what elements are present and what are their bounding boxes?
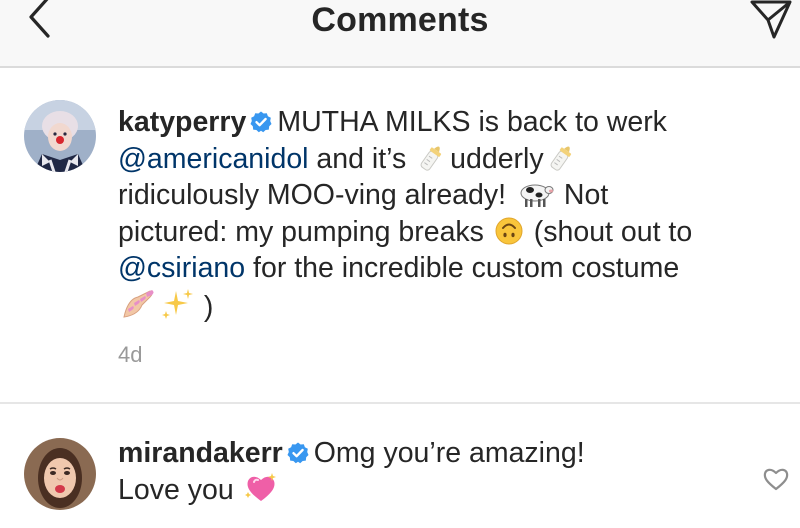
comment-text-line: pictured: my pumping breaks — [118, 215, 492, 248]
comment-text-line: for the incredible custom costume — [245, 252, 680, 285]
comment-username[interactable]: katyperry — [118, 106, 246, 138]
heart-outline-icon[interactable] — [762, 466, 790, 492]
mention-link[interactable]: @csiriano — [118, 252, 245, 284]
verified-badge-icon — [250, 111, 272, 133]
comment-username[interactable]: mirandakerr — [118, 437, 283, 469]
verified-badge-icon — [287, 442, 309, 464]
nail-polish-icon — [123, 289, 154, 318]
comment-text-line: (shout out to — [525, 215, 693, 248]
avatar[interactable] — [24, 100, 96, 172]
comment-text-line: MUTHA MILKS is back to werk — [277, 106, 667, 138]
comment-text-line: ) — [196, 290, 214, 323]
comment-text-line: ridiculously MOO-ving already! — [118, 179, 514, 212]
cow-icon — [520, 184, 554, 208]
upside-down-face-icon — [495, 217, 523, 245]
comment-body: katyperry MUTHA MILKS is back to werk @a… — [118, 104, 798, 326]
baby-bottle-icon — [550, 146, 571, 171]
comment-text-line: udderly — [450, 142, 544, 175]
avatar-image — [24, 100, 96, 172]
comment-timestamp: 4d — [118, 342, 143, 367]
avatar[interactable] — [24, 438, 96, 510]
comment-text-line: and it’s — [308, 142, 415, 175]
comment-text-line: Not — [555, 179, 609, 212]
header-bar: Comments — [0, 0, 800, 68]
page-title: Comments — [311, 1, 489, 39]
paper-plane-icon[interactable] — [750, 0, 792, 40]
comment-text-line: Love you — [118, 473, 242, 506]
sparkles-icon — [162, 288, 193, 319]
mention-link[interactable]: @americanidol — [118, 143, 309, 175]
comments-screen: Comments katyperry MUTHA MILKS is back t… — [0, 0, 800, 528]
comment-divider — [0, 402, 800, 404]
avatar-image — [24, 438, 96, 510]
comment-body: mirandakerr Omg you’re amazing! Love you — [118, 435, 798, 508]
comment-text-line: Omg you’re amazing! — [313, 437, 585, 469]
sparkling-heart-icon — [244, 472, 276, 501]
baby-bottle-icon — [420, 146, 442, 171]
